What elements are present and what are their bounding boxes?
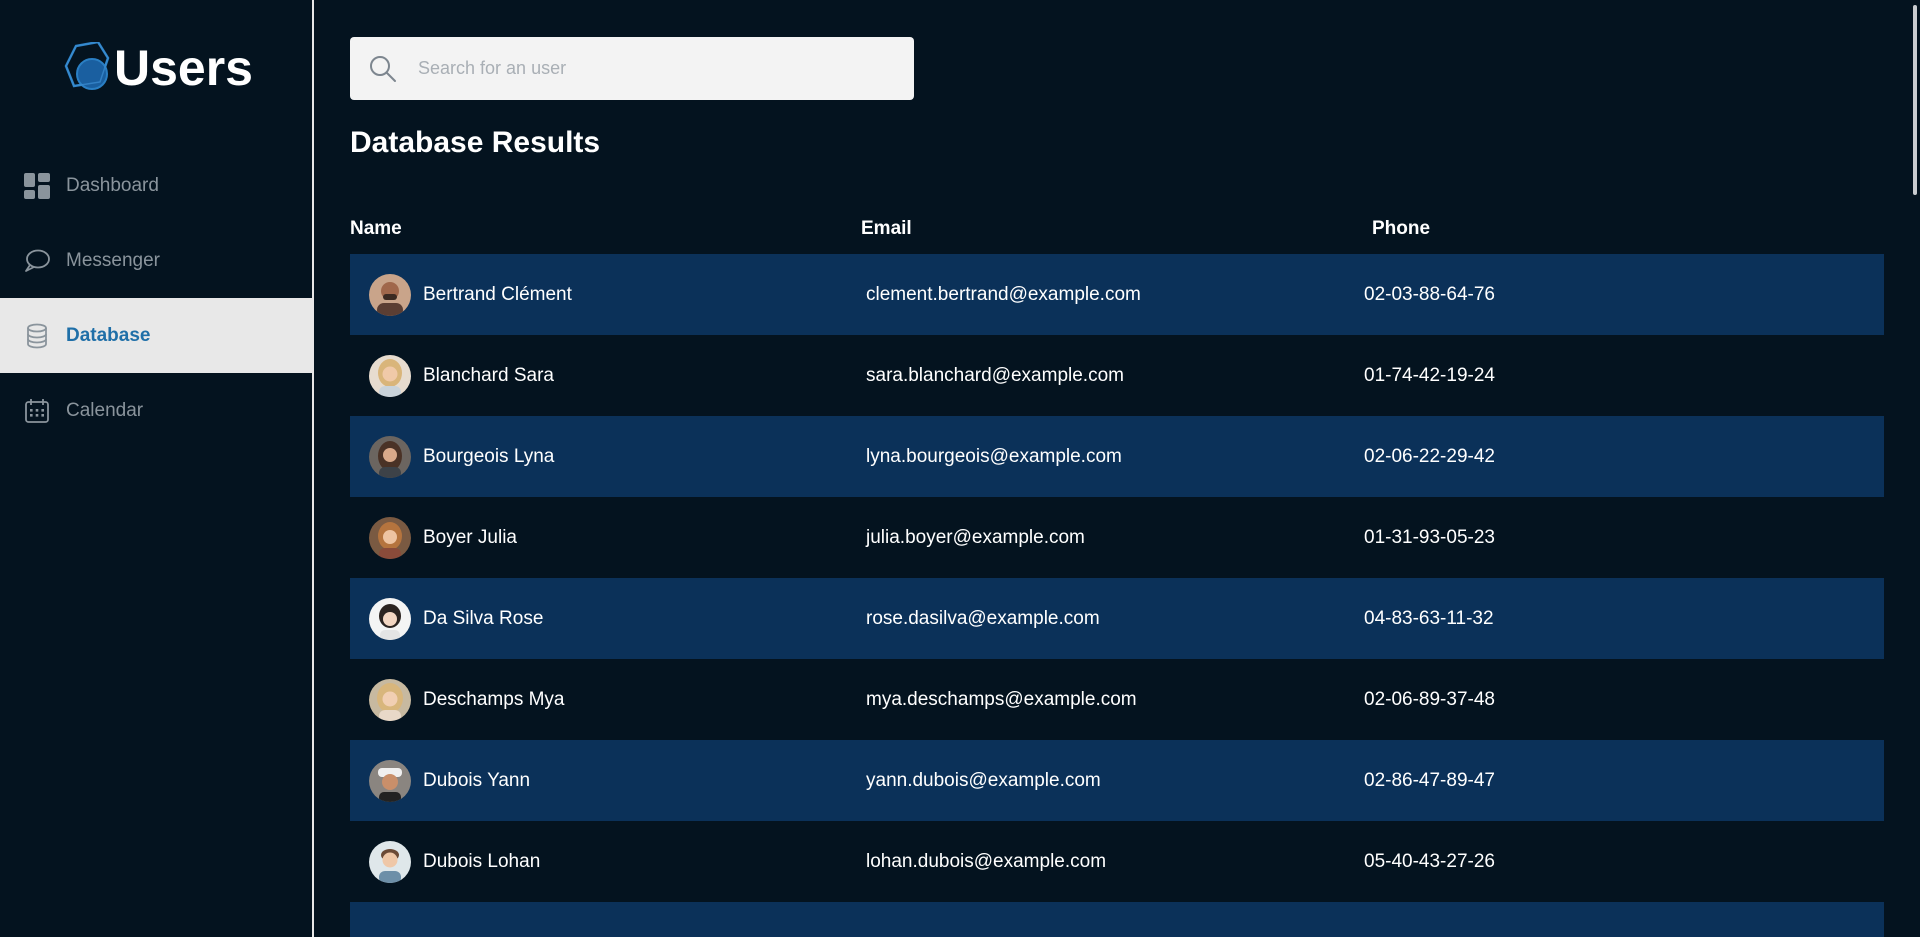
avatar xyxy=(369,597,411,640)
dashboard-icon xyxy=(24,172,50,199)
sidebar-item-database[interactable]: Database xyxy=(0,298,312,373)
user-name: Bertrand Clément xyxy=(423,283,572,305)
user-email: sara.blanchard@example.com xyxy=(866,364,1124,386)
user-phone: 02-86-47-89-47 xyxy=(1364,769,1495,791)
user-phone: 01-31-93-05-23 xyxy=(1364,526,1495,548)
user-email: julia.boyer@example.com xyxy=(866,526,1085,548)
app-window: Users Dashboard Messenger Database Calen… xyxy=(0,0,1920,937)
column-header-name[interactable]: Name xyxy=(350,218,861,240)
table-row[interactable]: Bourgeois Lyna lyna.bourgeois@example.co… xyxy=(350,416,1884,497)
user-email: clement.bertrand@example.com xyxy=(866,283,1141,305)
table-row[interactable]: Dubois Lohan lohan.dubois@example.com 05… xyxy=(350,821,1884,902)
user-phone: 01-74-42-19-24 xyxy=(1364,364,1495,386)
database-icon xyxy=(24,323,50,349)
sidebar-item-dashboard[interactable]: Dashboard xyxy=(0,148,312,223)
table-row[interactable]: Bertrand Clément clement.bertrand@exampl… xyxy=(350,254,1884,335)
cell-name: Deschamps Mya xyxy=(350,678,866,721)
table-row[interactable]: Boyer Julia julia.boyer@example.com 01-3… xyxy=(350,497,1884,578)
main-content: Database Results Name Email Phone Bertra… xyxy=(314,0,1904,937)
user-name: Blanchard Sara xyxy=(423,364,554,386)
cell-name: Boyer Julia xyxy=(350,516,866,559)
user-name: Dubois Yann xyxy=(423,769,531,791)
avatar xyxy=(369,840,411,883)
search-input[interactable] xyxy=(416,57,900,80)
avatar xyxy=(369,273,411,316)
user-phone: 05-40-43-27-26 xyxy=(1364,850,1495,872)
sidebar-item-label: Calendar xyxy=(66,399,144,421)
cell-name: Bertrand Clément xyxy=(350,273,866,316)
table-row[interactable]: Blanchard Sara sara.blanchard@example.co… xyxy=(350,335,1884,416)
search-bar[interactable] xyxy=(350,37,914,100)
brand-title: Users xyxy=(114,40,253,96)
page-title: Database Results xyxy=(350,126,601,159)
sidebar-item-calendar[interactable]: Calendar xyxy=(0,373,312,448)
sidebar-item-messenger[interactable]: Messenger xyxy=(0,223,312,298)
cell-name: Blanchard Sara xyxy=(350,354,866,397)
sidebar-item-label: Dashboard xyxy=(66,174,159,196)
chat-bubble-icon xyxy=(24,248,50,274)
avatar xyxy=(369,435,411,478)
avatar xyxy=(369,678,411,721)
results-table: Name Email Phone Bertrand Clément clemen… xyxy=(350,204,1884,937)
sidebar: Users Dashboard Messenger Database Calen… xyxy=(0,0,314,937)
user-phone: 02-06-89-37-48 xyxy=(1364,688,1495,710)
sidebar-item-label: Messenger xyxy=(66,249,160,271)
user-name: Dubois Lohan xyxy=(423,850,541,872)
brand[interactable]: Users xyxy=(64,38,253,98)
table-header: Name Email Phone xyxy=(350,204,1884,254)
scrollbar-thumb[interactable] xyxy=(1913,5,1917,195)
user-name: Bourgeois Lyna xyxy=(423,445,555,467)
avatar xyxy=(369,759,411,802)
table-row[interactable]: Deschamps Mya mya.deschamps@example.com … xyxy=(350,659,1884,740)
calendar-icon xyxy=(24,398,50,424)
sidebar-nav: Dashboard Messenger Database Calendar xyxy=(0,148,312,448)
user-phone: 02-06-22-29-42 xyxy=(1364,445,1495,467)
user-email: lohan.dubois@example.com xyxy=(866,850,1107,872)
cell-name: Dubois Lohan xyxy=(350,840,866,883)
column-header-phone[interactable]: Phone xyxy=(1372,218,1672,240)
table-row-partial[interactable] xyxy=(350,902,1884,937)
user-name: Da Silva Rose xyxy=(423,607,544,629)
user-phone: 04-83-63-11-32 xyxy=(1364,607,1494,629)
hexagon-circle-logo-icon xyxy=(64,40,112,94)
user-email: rose.dasilva@example.com xyxy=(866,607,1100,629)
user-email: lyna.bourgeois@example.com xyxy=(866,445,1122,467)
avatar xyxy=(369,516,411,559)
user-phone: 02-03-88-64-76 xyxy=(1364,283,1495,305)
user-name: Boyer Julia xyxy=(423,526,517,548)
column-header-email[interactable]: Email xyxy=(861,218,1372,240)
vertical-scrollbar[interactable] xyxy=(1904,0,1920,937)
user-email: yann.dubois@example.com xyxy=(866,769,1101,791)
cell-name: Dubois Yann xyxy=(350,759,866,802)
avatar xyxy=(369,354,411,397)
table-row[interactable]: Da Silva Rose rose.dasilva@example.com 0… xyxy=(350,578,1884,659)
cell-name: Bourgeois Lyna xyxy=(350,435,866,478)
user-email: mya.deschamps@example.com xyxy=(866,688,1137,710)
search-icon xyxy=(368,54,398,84)
table-row[interactable]: Dubois Yann yann.dubois@example.com 02-8… xyxy=(350,740,1884,821)
sidebar-item-label: Database xyxy=(66,324,151,346)
cell-name: Da Silva Rose xyxy=(350,597,866,640)
user-name: Deschamps Mya xyxy=(423,688,565,710)
